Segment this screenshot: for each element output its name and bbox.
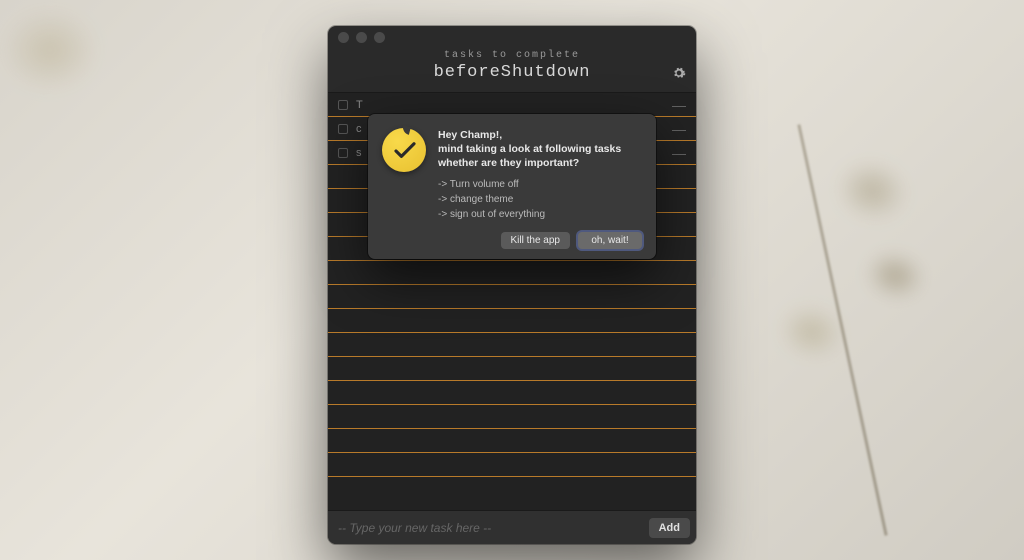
dialog-message: Hey Champ!, mind taking a look at follow… (438, 128, 642, 222)
task-checkbox[interactable] (338, 124, 348, 134)
task-row[interactable] (328, 357, 696, 381)
dialog-greeting: Hey Champ!, (438, 128, 642, 142)
zoom-traffic-light[interactable] (374, 32, 385, 43)
minimize-traffic-light[interactable] (356, 32, 367, 43)
new-task-input[interactable] (338, 521, 641, 535)
kill-app-button[interactable]: Kill the app (501, 232, 570, 249)
wait-button[interactable]: oh, wait! (578, 232, 642, 249)
add-button[interactable]: Add (649, 518, 690, 538)
app-window: tasks to complete beforeShutdown T—c—s— … (328, 26, 696, 544)
confirm-dialog: Hey Champ!, mind taking a look at follow… (368, 114, 656, 259)
app-title: beforeShutdown (328, 63, 696, 82)
remove-task-icon[interactable]: — (672, 122, 686, 136)
remove-task-icon[interactable]: — (672, 146, 686, 160)
task-row[interactable] (328, 405, 696, 429)
task-row[interactable] (328, 261, 696, 285)
close-traffic-light[interactable] (338, 32, 349, 43)
titlebar (328, 26, 696, 48)
task-text: T (356, 99, 363, 111)
dialog-task-list: -> Turn volume off-> change theme-> sign… (438, 177, 642, 222)
remove-task-icon[interactable]: — (672, 98, 686, 112)
task-row[interactable] (328, 429, 696, 453)
dialog-task-item: -> change theme (438, 192, 642, 207)
task-row[interactable] (328, 333, 696, 357)
task-row[interactable] (328, 309, 696, 333)
subtitle: tasks to complete (328, 50, 696, 61)
task-text: c (356, 123, 362, 135)
dialog-question: mind taking a look at following tasks wh… (438, 142, 642, 170)
lemon-check-icon (382, 128, 426, 172)
task-checkbox[interactable] (338, 148, 348, 158)
task-checkbox[interactable] (338, 100, 348, 110)
gear-icon[interactable] (672, 66, 686, 83)
task-text: s (356, 147, 362, 159)
dialog-task-item: -> Turn volume off (438, 177, 642, 192)
task-row[interactable] (328, 453, 696, 477)
task-row[interactable] (328, 381, 696, 405)
footer: Add (328, 510, 696, 544)
task-row[interactable] (328, 285, 696, 309)
dialog-task-item: -> sign out of everything (438, 207, 642, 222)
header: tasks to complete beforeShutdown (328, 48, 696, 92)
